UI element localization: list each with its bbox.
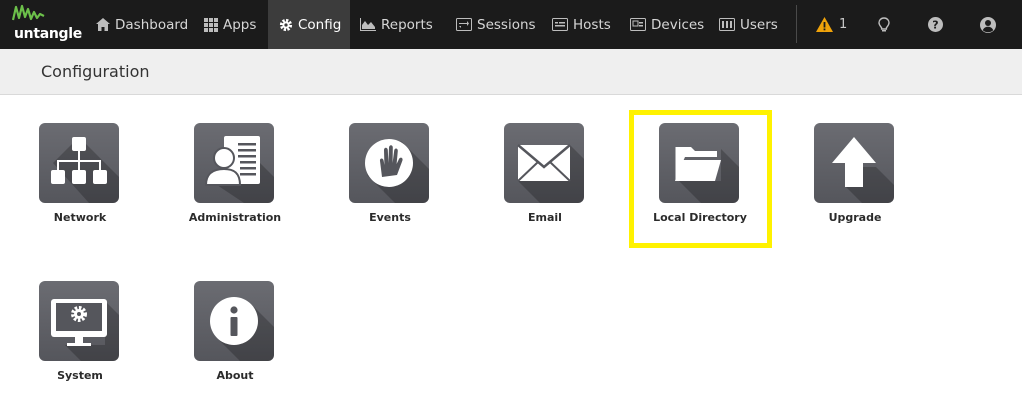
events-hand-icon	[365, 139, 413, 187]
grid-icon	[204, 17, 218, 32]
tile-administration[interactable]: Administration	[180, 123, 290, 243]
tile-events-icon-box	[349, 123, 429, 203]
account-button[interactable]	[980, 0, 996, 49]
nav-sessions-label: Sessions	[477, 16, 536, 33]
home-icon	[96, 18, 110, 31]
tile-email-icon-box	[504, 123, 584, 203]
tile-network[interactable]: Network	[25, 123, 135, 243]
tile-about-icon-box	[194, 281, 274, 361]
warning-icon	[816, 17, 833, 32]
tile-system-label: System	[57, 369, 103, 382]
nav-hosts-label: Hosts	[573, 16, 611, 33]
administration-icon	[204, 136, 260, 186]
tile-about-label: About	[216, 369, 254, 382]
tile-upgrade-label: Upgrade	[828, 211, 882, 224]
nav-dashboard[interactable]: Dashboard	[88, 0, 196, 49]
selection-highlight	[629, 110, 772, 248]
logo-mark-icon	[12, 4, 45, 21]
nav-config[interactable]: Config	[268, 0, 350, 49]
nav-users-label: Users	[740, 16, 778, 33]
tile-upgrade[interactable]: Upgrade	[800, 123, 910, 243]
page-title: Configuration	[41, 62, 150, 81]
nav-users[interactable]: Users	[711, 0, 786, 49]
user-circle-icon	[980, 16, 996, 33]
alerts-count: 1	[839, 17, 848, 32]
sessions-icon	[456, 18, 472, 31]
nav-reports[interactable]: Reports	[352, 0, 441, 49]
tips-button[interactable]	[878, 0, 890, 49]
nav-reports-label: Reports	[381, 16, 433, 33]
tile-email[interactable]: Email	[490, 123, 600, 243]
page-header: Configuration	[0, 49, 1022, 95]
system-monitor-icon	[51, 299, 107, 346]
nav-divider	[796, 5, 797, 43]
help-button[interactable]: ?	[928, 0, 943, 49]
tile-email-label: Email	[528, 211, 562, 224]
top-navbar: untangle Dashboard Apps Config Reports S…	[0, 0, 1022, 49]
nav-hosts[interactable]: Hosts	[544, 0, 619, 49]
tile-network-icon-box	[39, 123, 119, 203]
nav-dashboard-label: Dashboard	[115, 16, 189, 33]
network-icon	[51, 137, 107, 184]
tile-events[interactable]: Events	[335, 123, 445, 243]
gear-icon	[279, 18, 293, 31]
nav-config-label: Config	[298, 16, 342, 33]
hosts-icon	[552, 18, 568, 31]
nav-devices[interactable]: Devices	[622, 0, 712, 49]
info-icon	[210, 297, 258, 345]
devices-icon	[630, 18, 646, 31]
help-icon: ?	[928, 17, 943, 32]
nav-apps[interactable]: Apps	[196, 0, 264, 49]
lightbulb-icon	[878, 16, 890, 31]
tile-network-label: Network	[53, 211, 107, 224]
nav-apps-label: Apps	[223, 16, 257, 33]
svg-text:?: ?	[932, 19, 938, 32]
area-chart-icon	[360, 18, 376, 31]
tile-system[interactable]: System	[25, 281, 135, 401]
nav-sessions[interactable]: Sessions	[448, 0, 544, 49]
users-icon	[719, 18, 735, 31]
upgrade-arrow-icon	[832, 137, 876, 187]
logo-text: untangle	[14, 26, 82, 42]
tile-about[interactable]: About	[180, 281, 290, 401]
envelope-icon	[517, 144, 571, 182]
tile-system-icon-box	[39, 281, 119, 361]
tile-events-label: Events	[369, 211, 411, 224]
untangle-logo[interactable]: untangle	[10, 4, 82, 44]
nav-devices-label: Devices	[651, 16, 705, 33]
tile-administration-icon-box	[194, 123, 274, 203]
alerts-button[interactable]: 1	[816, 0, 847, 49]
tile-administration-label: Administration	[188, 211, 282, 224]
tile-upgrade-icon-box	[814, 123, 894, 203]
